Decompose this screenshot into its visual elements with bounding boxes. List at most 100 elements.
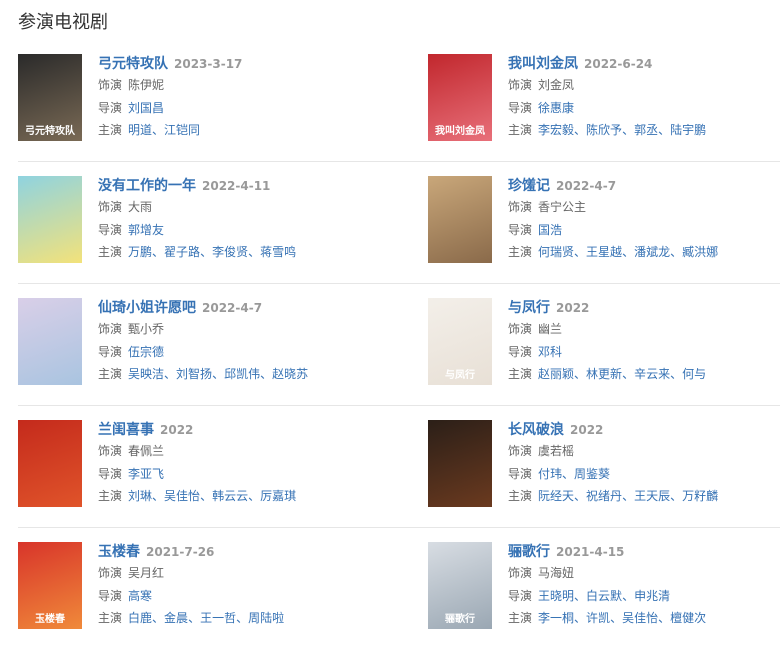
separator: 、 — [152, 489, 165, 503]
person-link[interactable]: 刘国昌 — [128, 101, 164, 115]
cast-line: 主演 刘琳、吴佳怡、韩云云、厉嘉琪 — [98, 485, 428, 508]
person-link[interactable]: 陈欣予 — [586, 123, 622, 137]
person-link[interactable]: 刘智扬 — [176, 367, 212, 381]
person-link[interactable]: 王星越 — [586, 245, 622, 259]
person-link[interactable]: 何瑞贤 — [538, 245, 574, 259]
role-label: 饰演 — [98, 566, 123, 580]
person-link[interactable]: 吴佳怡 — [164, 489, 200, 503]
person-link[interactable]: 厉嘉琪 — [260, 489, 296, 503]
person-link[interactable]: 李俊贤 — [212, 245, 248, 259]
person-link[interactable]: 明道 — [128, 123, 152, 137]
show-title-link[interactable]: 没有工作的一年 — [98, 178, 196, 194]
show-poster[interactable]: 与凤行 — [428, 298, 492, 385]
person-link[interactable]: 翟子路 — [164, 245, 200, 259]
role-label: 饰演 — [98, 200, 123, 214]
show-poster[interactable] — [428, 176, 492, 263]
role-label: 饰演 — [508, 444, 533, 458]
person-link[interactable]: 江铠同 — [164, 123, 200, 137]
person-link[interactable]: 祝绪丹 — [586, 489, 622, 503]
show-poster[interactable] — [18, 420, 82, 507]
person-link[interactable]: 许凯 — [586, 611, 610, 625]
person-link[interactable]: 伍宗德 — [128, 345, 164, 359]
show-title-link[interactable]: 兰闺喜事 — [98, 422, 154, 438]
person-link[interactable]: 阮经天 — [538, 489, 574, 503]
show-poster[interactable] — [18, 176, 82, 263]
role-line: 饰演 刘金凤 — [508, 74, 780, 97]
title-line: 珍馐记 2022-4-7 — [508, 174, 780, 196]
director-label: 导演 — [98, 588, 123, 603]
show-title-link[interactable]: 珍馐记 — [508, 178, 550, 194]
person-link[interactable]: 郭丞 — [634, 123, 658, 137]
separator: 、 — [658, 123, 671, 137]
person-link[interactable]: 王晓明 — [538, 589, 574, 603]
person-link[interactable]: 李宏毅 — [538, 123, 574, 137]
person-link[interactable]: 潘斌龙 — [634, 245, 670, 259]
person-link[interactable]: 邓科 — [538, 345, 562, 359]
person-link[interactable]: 国浩 — [538, 223, 562, 237]
cast-label: 主演 — [508, 245, 533, 259]
cast-line: 主演 阮经天、祝绪丹、王天辰、万籽麟 — [508, 485, 780, 508]
person-link[interactable]: 周鉴葵 — [574, 467, 610, 481]
show-poster[interactable] — [18, 298, 82, 385]
person-link[interactable]: 邱凯伟 — [224, 367, 260, 381]
role-name: 甄小乔 — [128, 322, 165, 336]
person-link[interactable]: 韩云云 — [212, 489, 248, 503]
director-label: 导演 — [508, 100, 533, 115]
role-name: 刘金凤 — [538, 78, 575, 92]
poster-title: 弓元特攻队 — [25, 126, 75, 137]
person-link[interactable]: 申兆清 — [634, 589, 670, 603]
show-poster[interactable]: 骊歌行 — [428, 542, 492, 629]
role-label: 饰演 — [508, 200, 533, 214]
separator: 、 — [670, 489, 683, 503]
person-link[interactable]: 徐惠康 — [538, 101, 574, 115]
person-link[interactable]: 万籽麟 — [682, 489, 718, 503]
show-title-link[interactable]: 仙琦小姐许愿吧 — [98, 300, 196, 316]
person-link[interactable]: 万鹏 — [128, 245, 152, 259]
person-link[interactable]: 金晨 — [164, 611, 188, 625]
person-link[interactable]: 何与 — [682, 367, 706, 381]
person-link[interactable]: 吴佳怡 — [622, 611, 658, 625]
person-link[interactable]: 王天辰 — [634, 489, 670, 503]
person-link[interactable]: 臧洪娜 — [682, 245, 718, 259]
show-title-link[interactable]: 玉楼春 — [98, 544, 140, 560]
person-link[interactable]: 高寒 — [128, 589, 152, 603]
role-name: 吴月红 — [128, 566, 165, 580]
person-link[interactable]: 白云默 — [586, 589, 622, 603]
person-link[interactable]: 付玮 — [538, 467, 562, 481]
person-link[interactable]: 吴映洁 — [128, 367, 164, 381]
person-link[interactable]: 郭增友 — [128, 223, 164, 237]
person-link[interactable]: 辛云来 — [634, 367, 670, 381]
person-link[interactable]: 林更新 — [586, 367, 622, 381]
show-title-link[interactable]: 与凤行 — [508, 300, 550, 316]
person-link[interactable]: 赵丽颖 — [538, 367, 574, 381]
show-info: 仙琦小姐许愿吧 2022-4-7 饰演 甄小乔 导演 伍宗德 主演 吴映洁、刘智扬、邱凯伟、赵… — [98, 294, 428, 405]
section-title: 参演电视剧 — [18, 12, 108, 33]
show-poster[interactable]: 我叫刘金凤 — [428, 54, 492, 141]
person-link[interactable]: 刘琳 — [128, 489, 152, 503]
role-line: 饰演 马海妞 — [508, 562, 780, 585]
person-link[interactable]: 白鹿 — [128, 611, 152, 625]
poster-title: 骊歌行 — [445, 614, 475, 625]
show-poster[interactable]: 玉楼春 — [18, 542, 82, 629]
person-link[interactable]: 陆宇鹏 — [670, 123, 706, 137]
show-poster[interactable]: 弓元特攻队 — [18, 54, 82, 141]
person-link[interactable]: 檀健次 — [670, 611, 706, 625]
person-link[interactable]: 李一桐 — [538, 611, 574, 625]
show-title-link[interactable]: 长风破浪 — [508, 422, 564, 438]
person-link[interactable]: 李亚飞 — [128, 467, 164, 481]
cast-line: 主演 白鹿、金晨、王一哲、周陆啦 — [98, 607, 428, 630]
show-title-link[interactable]: 我叫刘金凤 — [508, 56, 578, 72]
separator: 、 — [622, 123, 635, 137]
show-title-link[interactable]: 弓元特攻队 — [98, 56, 168, 72]
person-link[interactable]: 赵晓苏 — [272, 367, 308, 381]
person-link[interactable]: 蒋雪鸣 — [260, 245, 296, 259]
person-link[interactable]: 周陆啦 — [248, 611, 284, 625]
director-label: 导演 — [508, 466, 533, 481]
show-date: 2022-6-24 — [584, 57, 653, 71]
show-poster[interactable] — [428, 420, 492, 507]
person-link[interactable]: 王一哲 — [200, 611, 236, 625]
title-line: 骊歌行 2021-4-15 — [508, 540, 780, 562]
show-row: 弓元特攻队 弓元特攻队 2023-3-17 饰演 陈伊妮 导演 刘国昌 主演 明道、江铠同 我叫刘… — [18, 50, 780, 162]
show-title-link[interactable]: 骊歌行 — [508, 544, 550, 560]
separator: 、 — [670, 367, 683, 381]
